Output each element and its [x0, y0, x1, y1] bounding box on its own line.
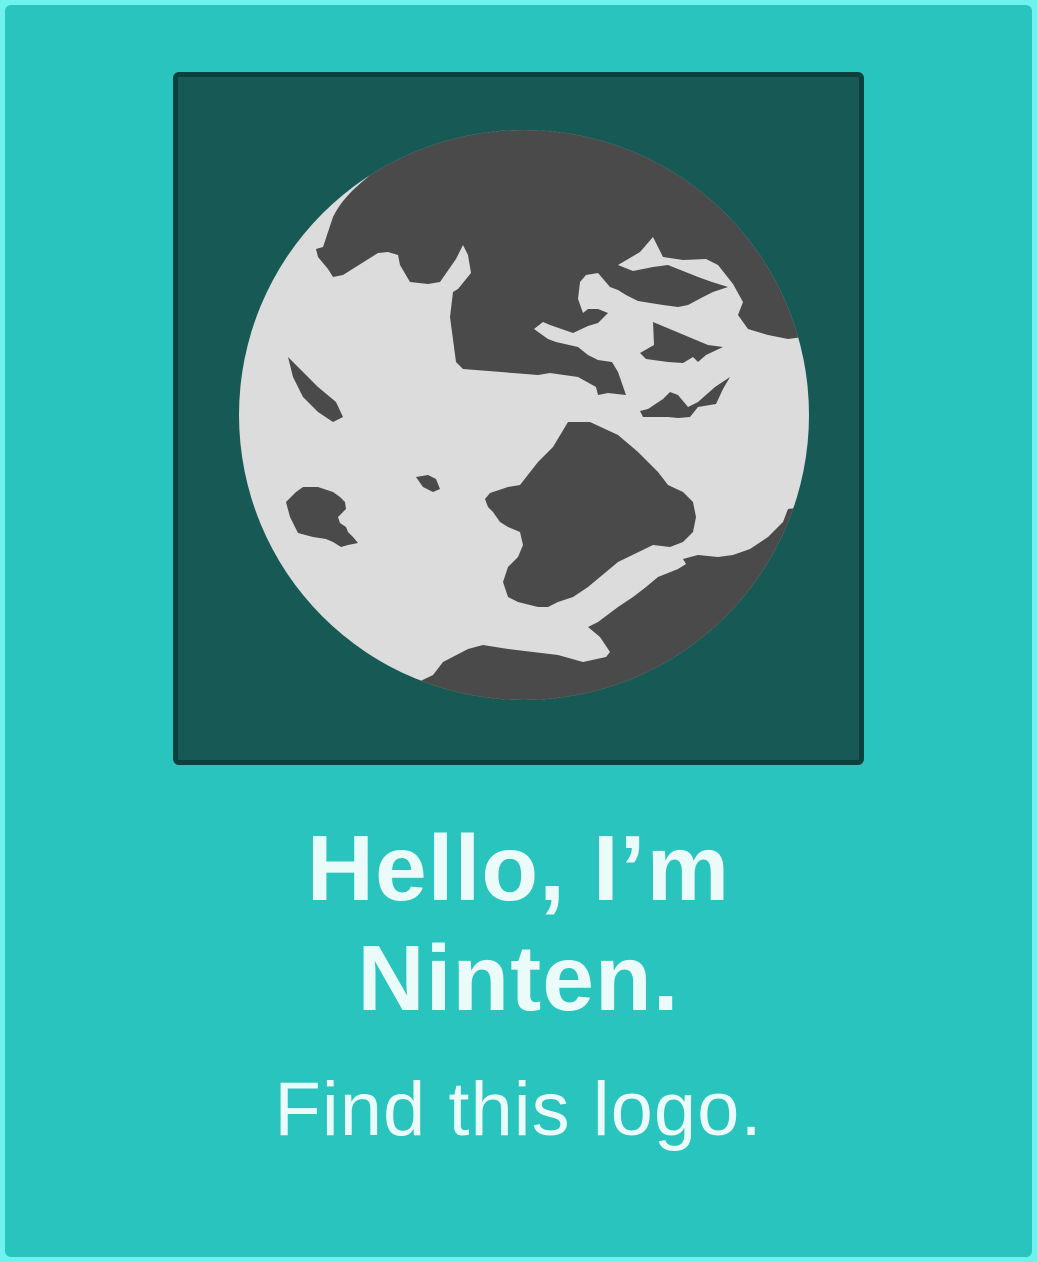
title-line-2: Ninten.	[357, 926, 680, 1030]
globe-icon	[239, 130, 809, 700]
subtitle: Find this logo.	[274, 1067, 763, 1152]
logo-frame	[173, 72, 864, 765]
page-title: Hello, I’m Ninten.	[5, 813, 1032, 1033]
info-card: Hello, I’m Ninten. Find this logo.	[5, 5, 1032, 1257]
title-line-1: Hello, I’m	[306, 816, 731, 920]
